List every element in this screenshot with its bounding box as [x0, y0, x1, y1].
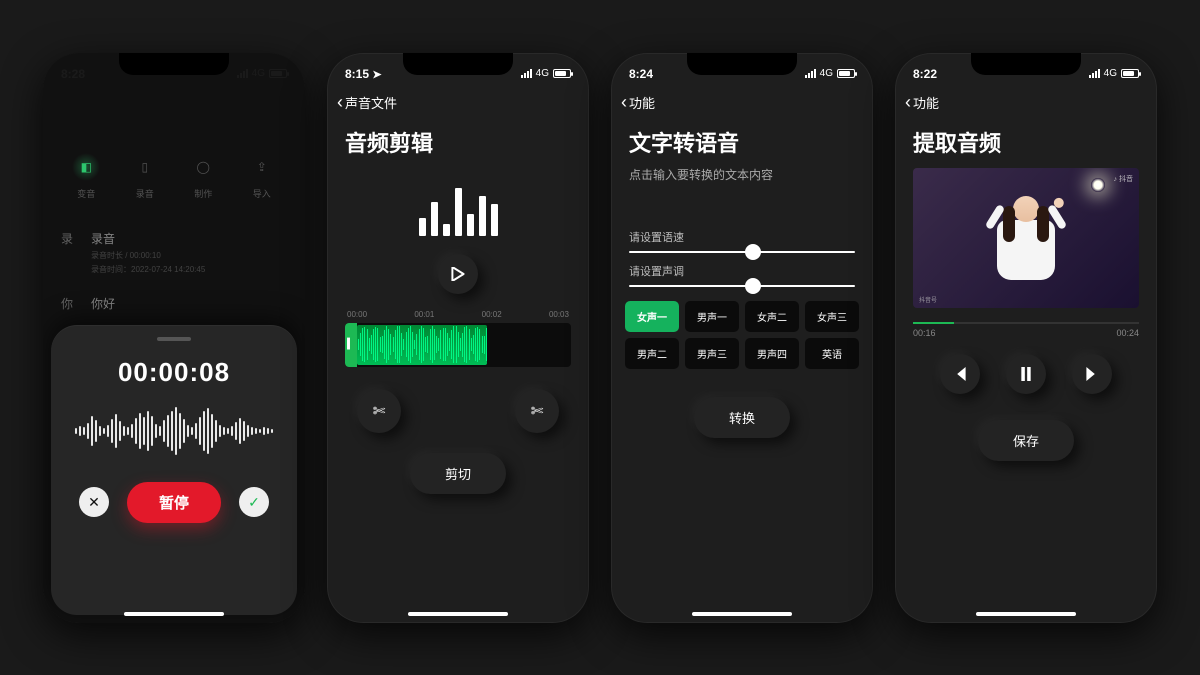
skip-next-icon	[1085, 367, 1099, 381]
page-title: 提取音频	[895, 118, 1157, 162]
cancel-button[interactable]: ✕	[79, 487, 109, 517]
grab-handle[interactable]	[157, 337, 191, 341]
pause-icon	[1020, 367, 1032, 381]
speed-slider[interactable]	[629, 251, 855, 253]
voice-option[interactable]: 男声四	[745, 338, 799, 369]
text-input-placeholder[interactable]: 点击输入要转换的文本内容	[611, 162, 873, 189]
lamp-light	[1091, 178, 1105, 192]
level-meter	[327, 186, 589, 236]
page-title: 文字转语音	[611, 118, 873, 162]
skip-prev-icon	[953, 367, 967, 381]
prev-button[interactable]	[940, 354, 980, 394]
recording-sheet: 00:00:08 ✕ 暂停 ✓	[51, 325, 297, 615]
audio-track[interactable]: ▍	[345, 323, 571, 367]
voice-option[interactable]: 男声二	[625, 338, 679, 369]
pitch-slider[interactable]	[629, 285, 855, 287]
total-time: 00:24	[1116, 328, 1139, 338]
segment-record[interactable]: ▯录音	[131, 153, 159, 200]
play-button[interactable]	[438, 254, 478, 294]
scissors-icon: ✄	[373, 402, 386, 420]
segment-make[interactable]: ◯制作	[189, 153, 217, 200]
pause-button[interactable]: 暂停	[127, 482, 221, 523]
recording-item[interactable]: 录 录音录音时长 / 00:00:10录音时间：2022-07-24 14:20…	[61, 220, 287, 285]
back-button[interactable]: ‹功能	[895, 87, 1157, 118]
voice-option[interactable]: 英语	[805, 338, 859, 369]
pause-button[interactable]	[1006, 354, 1046, 394]
segment-transform[interactable]: ◧变音	[72, 153, 100, 200]
back-button[interactable]: ‹功能	[611, 87, 873, 118]
phone-recorder: 8:28 4G ◧变音 ▯录音 ◯制作 ⇪导入 录 录音录音时长 / 00:00…	[43, 53, 305, 623]
notch	[971, 53, 1081, 75]
segment-import[interactable]: ⇪导入	[248, 153, 276, 200]
video-figure	[997, 196, 1055, 280]
scissors-icon: ✄	[531, 402, 544, 420]
audio-clip[interactable]	[357, 325, 487, 365]
status-time: 8:22	[913, 67, 937, 81]
phone-audio-editor: 8:15 ➤ 4G ‹声音文件 音频剪辑 00:0000:0100:0200:0…	[327, 53, 589, 623]
play-icon	[451, 267, 465, 281]
back-button[interactable]: ‹声音文件	[327, 87, 589, 118]
trim-handle-left[interactable]: ▍	[345, 323, 357, 367]
notch	[687, 53, 797, 75]
chevron-left-icon: ‹	[337, 93, 343, 111]
location-icon: ➤	[372, 69, 381, 81]
recording-timer: 00:00:08	[118, 357, 230, 388]
save-button[interactable]: 保存	[978, 420, 1074, 461]
cut-button[interactable]: 剪切	[410, 453, 506, 494]
confirm-button[interactable]: ✓	[239, 487, 269, 517]
slider-thumb[interactable]	[745, 278, 761, 294]
voice-option[interactable]: 女声三	[805, 301, 859, 332]
voice-option[interactable]: 女声一	[625, 301, 679, 332]
speed-label: 请设置语速	[611, 219, 873, 251]
home-indicator[interactable]	[692, 612, 792, 616]
status-time: 8:15	[345, 67, 369, 81]
convert-button[interactable]: 转换	[694, 397, 790, 438]
notch	[403, 53, 513, 75]
notch	[119, 53, 229, 75]
time-ruler: 00:0000:0100:0200:03	[327, 310, 589, 319]
chevron-left-icon: ‹	[905, 93, 911, 111]
waveform	[69, 402, 279, 460]
elapsed-time: 00:16	[913, 328, 936, 338]
next-button[interactable]	[1072, 354, 1112, 394]
voice-grid: 女声一 男声一 女声二 女声三 男声二 男声三 男声四 英语	[611, 287, 873, 375]
cut-right-button[interactable]: ✄	[515, 389, 559, 433]
phone-tts: 8:24 4G ‹功能 文字转语音 点击输入要转换的文本内容 请设置语速 请设置…	[611, 53, 873, 623]
status-time: 8:24	[629, 67, 653, 81]
progress-bar[interactable]	[913, 322, 1139, 324]
home-indicator[interactable]	[124, 612, 224, 616]
recording-item[interactable]: 你 你好	[61, 285, 287, 322]
home-indicator[interactable]	[408, 612, 508, 616]
chevron-left-icon: ‹	[621, 93, 627, 111]
watermark: ♪ 抖音	[1114, 174, 1133, 184]
watermark-bottom: 抖音号	[919, 295, 937, 304]
voice-option[interactable]: 女声二	[745, 301, 799, 332]
home-indicator[interactable]	[976, 612, 1076, 616]
voice-option[interactable]: 男声三	[685, 338, 739, 369]
slider-thumb[interactable]	[745, 244, 761, 260]
voice-option[interactable]: 男声一	[685, 301, 739, 332]
video-preview[interactable]: ♪ 抖音 抖音号	[913, 168, 1139, 308]
pitch-label: 请设置声调	[611, 253, 873, 285]
phone-extract-audio: 8:22 4G ‹功能 提取音频 ♪ 抖音 抖音号 00:16 00:24 保存	[895, 53, 1157, 623]
page-title: 音频剪辑	[327, 118, 589, 162]
cut-left-button[interactable]: ✄	[357, 389, 401, 433]
